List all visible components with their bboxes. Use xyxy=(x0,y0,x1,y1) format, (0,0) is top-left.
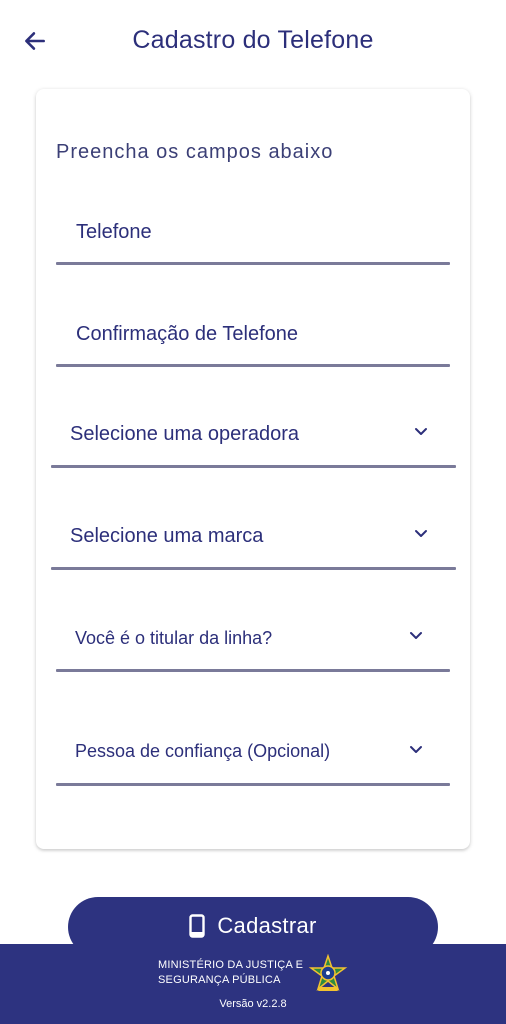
trusted-person-select[interactable]: Pessoa de confiança (Opcional) xyxy=(56,725,450,786)
coat-of-arms-icon xyxy=(308,954,348,992)
page-title: Cadastro do Telefone xyxy=(132,26,374,54)
phone-confirm-input-underline xyxy=(56,364,450,367)
operator-select[interactable]: Selecione uma operadora xyxy=(51,407,456,468)
chevron-down-icon xyxy=(413,423,429,439)
form-subtitle: Preencha os campos abaixo xyxy=(56,141,334,163)
chevron-down-icon xyxy=(408,741,424,757)
phone-input[interactable]: Telefone xyxy=(56,207,450,265)
submit-button-label: Cadastrar xyxy=(217,913,317,938)
line-holder-select[interactable]: Você é o titular da linha? xyxy=(56,613,450,672)
brand-select[interactable]: Selecione uma marca xyxy=(51,509,456,570)
phone-confirm-input-label: Confirmação de Telefone xyxy=(76,323,298,345)
footer: MINISTÉRIO DA JUSTIÇA E SEGURANÇA PÚBLIC… xyxy=(0,944,506,1024)
operator-select-label: Selecione uma operadora xyxy=(70,423,300,445)
phone-input-label: Telefone xyxy=(76,221,152,243)
operator-select-underline xyxy=(51,465,456,468)
phone-confirm-input[interactable]: Confirmação de Telefone xyxy=(56,307,450,367)
ministry-line-1: MINISTÉRIO DA JUSTIÇA E xyxy=(158,959,304,971)
chevron-down-icon xyxy=(413,525,429,541)
chevron-down-icon xyxy=(408,627,424,643)
brand-select-underline xyxy=(51,567,456,570)
ministry-line-2: SEGURANÇA PÚBLICA xyxy=(158,974,281,986)
line-holder-select-underline xyxy=(56,669,450,672)
smartphone-icon xyxy=(189,914,206,938)
phone-input-underline xyxy=(56,262,450,265)
brand-select-label: Selecione uma marca xyxy=(70,525,264,547)
trusted-person-select-label: Pessoa de confiança (Opcional) xyxy=(75,741,331,761)
line-holder-select-label: Você é o titular da linha? xyxy=(75,628,273,648)
app-version: Versão v2.2.8 xyxy=(219,998,287,1010)
trusted-person-select-underline xyxy=(56,783,450,786)
app-header: Cadastro do Telefone xyxy=(0,0,506,84)
ministry-name: MINISTÉRIO DA JUSTIÇA E SEGURANÇA PÚBLIC… xyxy=(158,958,303,988)
form-card: Preencha os campos abaixo Telefone Confi… xyxy=(36,89,470,849)
